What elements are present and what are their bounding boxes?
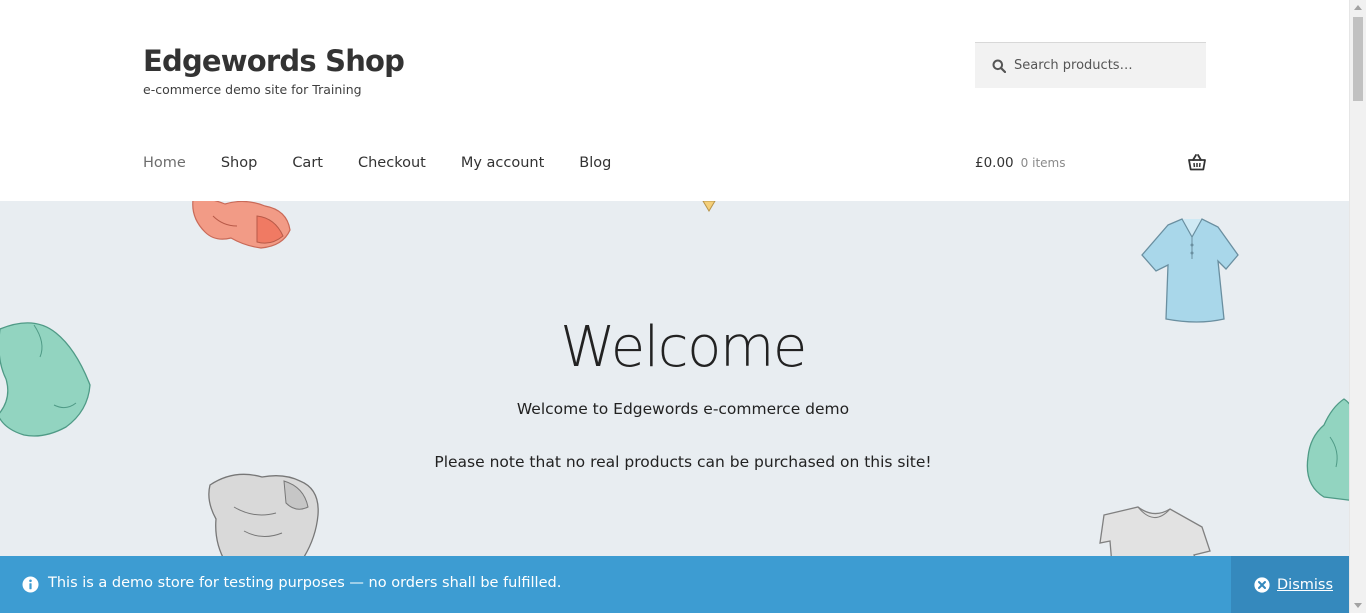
hero-title: Welcome [560, 315, 807, 380]
grey-hoodie-illustration [208, 473, 319, 564]
site-description: e-commerce demo site for Training [143, 82, 362, 97]
product-search-form [975, 42, 1206, 88]
hero-welcome-text: Welcome to Edgewords e-commerce demo [516, 400, 850, 418]
nav-item-my-account[interactable]: My account [461, 153, 544, 173]
scroll-up-arrow[interactable] [1354, 5, 1362, 10]
page: Edgewords Shop e-commerce demo site for … [0, 0, 1349, 613]
page-scrollbar[interactable] [1349, 0, 1366, 613]
site-branding: Edgewords Shop e-commerce demo site for … [143, 42, 405, 98]
scroll-down-arrow[interactable] [1354, 603, 1362, 608]
store-notice-text: This is a demo store for testing purpose… [48, 575, 562, 591]
search-input[interactable] [1014, 58, 1199, 73]
dismiss-notice-button[interactable]: Dismiss [1231, 556, 1349, 613]
nav-item-cart[interactable]: Cart [292, 153, 323, 173]
dismiss-label: Dismiss [1277, 576, 1334, 593]
shopping-basket-icon [1188, 154, 1206, 171]
site-header: Edgewords Shop e-commerce demo site for … [0, 0, 1349, 201]
nav-item-shop[interactable]: Shop [221, 153, 257, 173]
primary-navigation: Home Shop Cart Checkout My account Blog [143, 153, 646, 173]
blue-polo-shirt-illustration [1141, 218, 1239, 323]
scrollbar-thumb[interactable] [1353, 17, 1363, 101]
site-title-link[interactable]: Edgewords Shop [143, 42, 405, 80]
search-icon [992, 59, 1006, 73]
nav-item-checkout[interactable]: Checkout [358, 153, 426, 173]
close-circle-icon [1254, 576, 1270, 593]
header-cart-link[interactable]: £0.00 0 items [975, 153, 1206, 173]
hero-banner: Welcome Welcome to Edgewords e-commerce … [0, 201, 1349, 613]
cart-item-count: 0 items [1020, 156, 1066, 170]
nav-item-home[interactable]: Home [143, 153, 186, 173]
hero-disclaimer-text: Please note that no real products can be… [434, 453, 932, 471]
yellow-garment-illustration [702, 201, 716, 212]
cart-amount: £0.00 [975, 155, 1014, 171]
demo-store-notice: This is a demo store for testing purpose… [0, 556, 1349, 613]
orange-garment-illustration [192, 201, 291, 249]
info-icon [22, 576, 39, 593]
nav-item-blog[interactable]: Blog [579, 153, 611, 173]
